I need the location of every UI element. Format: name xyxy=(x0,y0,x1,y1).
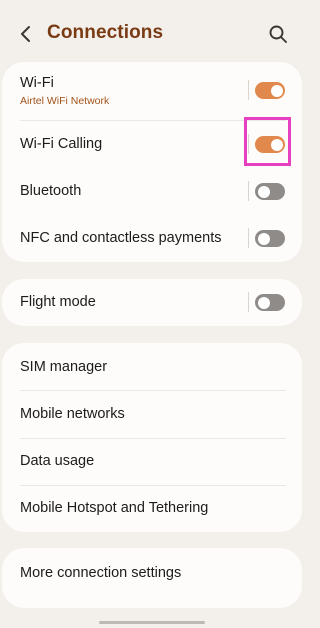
wifi-network-name: Airtel WiFi Network xyxy=(20,95,110,107)
flight-mode-toggle[interactable] xyxy=(255,294,285,311)
row-nfc[interactable]: NFC and contactless payments xyxy=(2,214,302,262)
row-separator xyxy=(248,228,249,248)
data-usage-label: Data usage xyxy=(20,453,95,469)
mobile-hotspot-label: Mobile Hotspot and Tethering xyxy=(20,500,209,516)
row-flight-mode[interactable]: Flight mode xyxy=(2,279,302,326)
row-separator xyxy=(248,80,249,100)
row-bluetooth[interactable]: Bluetooth xyxy=(2,167,302,214)
row-separator xyxy=(248,292,249,312)
nfc-toggle[interactable] xyxy=(255,230,285,247)
page-title: Connections xyxy=(47,22,164,43)
nfc-label: NFC and contactless payments xyxy=(20,230,222,246)
flight-mode-label: Flight mode xyxy=(20,294,96,310)
home-indicator[interactable] xyxy=(99,621,205,624)
highlight-box xyxy=(244,117,291,166)
row-wifi[interactable]: Wi-Fi Airtel WiFi Network xyxy=(2,62,302,120)
more-settings-card: More connection settings xyxy=(2,548,302,608)
bluetooth-label: Bluetooth xyxy=(20,183,82,199)
wifi-calling-label: Wi-Fi Calling xyxy=(20,136,103,152)
toggle-knob xyxy=(257,296,270,309)
flight-mode-card: Flight mode xyxy=(2,279,302,326)
back-button[interactable] xyxy=(14,22,38,46)
more-connection-settings-label: More connection settings xyxy=(20,565,182,581)
search-button[interactable] xyxy=(266,22,290,46)
bluetooth-toggle[interactable] xyxy=(255,183,285,200)
toggle-knob xyxy=(270,84,283,97)
mobile-networks-label: Mobile networks xyxy=(20,406,125,422)
row-mobile-networks[interactable]: Mobile networks xyxy=(2,391,302,438)
row-more-connection-settings[interactable]: More connection settings xyxy=(2,548,302,600)
toggle-knob xyxy=(257,232,270,245)
row-mobile-hotspot[interactable]: Mobile Hotspot and Tethering xyxy=(2,486,302,532)
app-header: Connections xyxy=(0,0,304,62)
wifi-toggle[interactable] xyxy=(255,82,285,99)
row-sim-manager[interactable]: SIM manager xyxy=(2,343,302,390)
network-settings-card: SIM manager Mobile networks Data usage M… xyxy=(2,343,302,532)
row-separator xyxy=(248,181,249,201)
search-icon xyxy=(269,25,287,43)
wifi-label: Wi-Fi xyxy=(20,75,54,91)
sim-manager-label: SIM manager xyxy=(20,359,108,375)
row-data-usage[interactable]: Data usage xyxy=(2,439,302,485)
toggle-knob xyxy=(257,185,270,198)
chevron-left-icon xyxy=(21,26,30,42)
